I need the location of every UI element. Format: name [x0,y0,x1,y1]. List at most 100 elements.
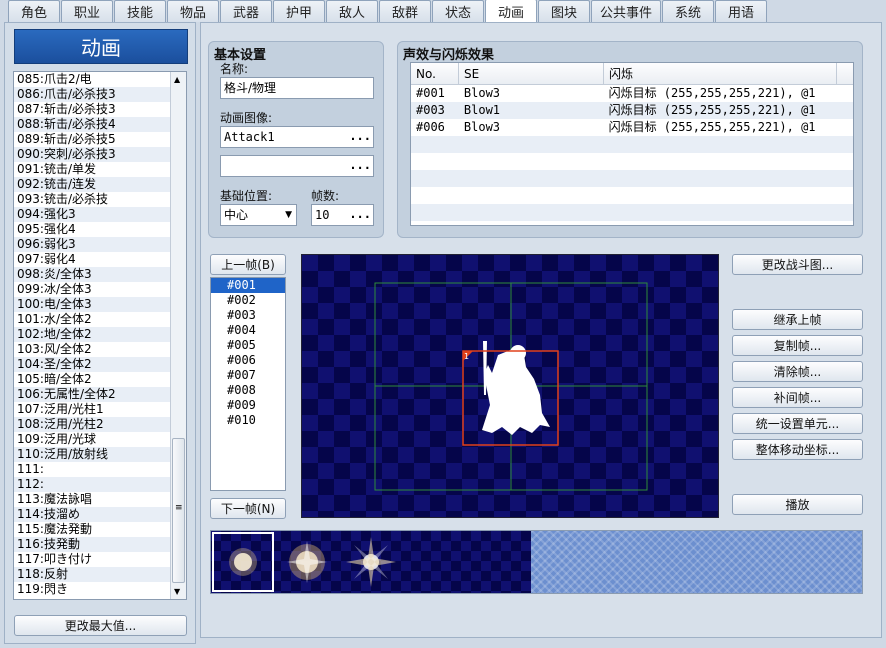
list-item[interactable]: 110:泛用/放射线 [14,447,170,462]
frame-item[interactable]: #007 [211,368,285,383]
tab-6[interactable]: 护甲 [273,0,325,22]
scroll-thumb[interactable]: ≡ [172,438,185,583]
name-input[interactable]: 格斗/物理 [220,77,374,99]
se-flash-title: 声效与闪烁效果 [403,48,495,63]
pattern-1[interactable] [229,548,257,576]
frame-item[interactable]: #004 [211,323,285,338]
batch-cell-button[interactable]: 统一设置单元... [732,413,863,434]
image-field-1[interactable]: Attack1... [220,126,374,148]
tab-4[interactable]: 物品 [167,0,219,22]
list-item[interactable]: 092:铳击/连发 [14,177,170,192]
list-item[interactable]: 090:突刺/必杀技3 [14,147,170,162]
tab-3[interactable]: 技能 [114,0,166,22]
se-table-body: #001 Blow3 闪烁目标 (255,255,255,221), @1 #003 B… [411,85,853,221]
tab-2[interactable]: 职业 [61,0,113,22]
list-item[interactable]: 095:强化4 [14,222,170,237]
table-row[interactable] [411,204,853,221]
list-item[interactable]: 107:泛用/光柱1 [14,402,170,417]
list-item[interactable]: 089:斩击/必杀技5 [14,132,170,147]
animation-list[interactable]: 085:爪击2/电 086:爪击/必杀技3 087:斩击/必杀技3 088:斩击/必杀… [13,71,187,600]
tab-8[interactable]: 敌群 [379,0,431,22]
list-item[interactable]: 117:叩き付け [14,552,170,567]
list-item[interactable]: 098:炎/全体3 [14,267,170,282]
list-item[interactable]: 094:强化3 [14,207,170,222]
list-item[interactable]: 088:斩击/必杀技4 [14,117,170,132]
list-item[interactable]: 112: [14,477,170,492]
table-row[interactable]: #003 Blow1 闪烁目标 (255,255,255,221), @1 [411,102,853,119]
animation-canvas[interactable]: 1 [301,254,719,518]
list-item[interactable]: 115:魔法発動 [14,522,170,537]
scroll-up-arrow-icon[interactable]: ▲ [174,75,180,84]
list-item[interactable]: 119:閃き [14,582,170,597]
list-item[interactable]: 111: [14,462,170,477]
image-field-2[interactable]: ... [220,155,374,177]
table-row[interactable] [411,136,853,153]
tween-button[interactable]: 补间帧... [732,387,863,408]
list-item[interactable]: 103:风/全体2 [14,342,170,357]
browse-image-1-button[interactable]: ... [349,126,371,146]
list-item[interactable]: 101:水/全体2 [14,312,170,327]
list-item[interactable]: 097:弱化4 [14,252,170,267]
list-item[interactable]: 099:冰/全体3 [14,282,170,297]
list-item[interactable]: 109:泛用/光球 [14,432,170,447]
change-battler-button[interactable]: 更改战斗图... [732,254,863,275]
pattern-2[interactable] [287,541,327,583]
list-item[interactable]: 108:泛用/光柱2 [14,417,170,432]
list-item[interactable]: 105:暗/全体2 [14,372,170,387]
list-item[interactable]: 118:反射 [14,567,170,582]
list-item[interactable]: 087:斩击/必杀技3 [14,102,170,117]
tab-12[interactable]: 公共事件 [591,0,661,22]
frame-item[interactable]: #003 [211,308,285,323]
list-item[interactable]: 102:地/全体2 [14,327,170,342]
change-max-button[interactable]: 更改最大值... [14,615,187,636]
tab-1[interactable]: 角色 [8,0,60,22]
frames-input[interactable]: 10... [311,204,374,226]
frame-item[interactable]: #010 [211,413,285,428]
se-flash-table[interactable]: No. SE 闪烁 #001 Blow3 闪烁目标 (255,255,255,221… [410,62,854,226]
frame-item[interactable]: #006 [211,353,285,368]
tab-11[interactable]: 图块 [538,0,590,22]
list-scrollbar[interactable]: ▲ ≡ ▼ [170,72,186,599]
position-select[interactable]: 中心 ▼ [220,204,297,226]
shift-all-button[interactable]: 整体移动坐标... [732,439,863,460]
next-frame-button[interactable]: 下一帧(N) [210,498,286,519]
list-item[interactable]: 086:爪击/必杀技3 [14,87,170,102]
frames-edit-button[interactable]: ... [349,204,371,224]
list-item[interactable]: 114:技溜め [14,507,170,522]
tab-5[interactable]: 武器 [220,0,272,22]
cell-pattern-strip[interactable] [210,530,863,594]
tab-7[interactable]: 敌人 [326,0,378,22]
list-item[interactable]: 116:技発動 [14,537,170,552]
tab-13[interactable]: 系统 [662,0,714,22]
list-item[interactable]: 085:爪击2/电 [14,72,170,87]
tab-10[interactable]: 动画 [485,0,537,22]
list-item[interactable]: 104:圣/全体2 [14,357,170,372]
frame-item[interactable]: #008 [211,383,285,398]
scroll-down-arrow-icon[interactable]: ▼ [174,587,180,596]
frame-item[interactable]: #009 [211,398,285,413]
frame-item[interactable]: #001 [211,278,285,293]
list-item[interactable]: 093:铳击/必杀技 [14,192,170,207]
inherit-prev-button[interactable]: 继承上帧 [732,309,863,330]
clear-frame-button[interactable]: 清除帧... [732,361,863,382]
table-row[interactable] [411,170,853,187]
list-item[interactable]: 091:铳击/单发 [14,162,170,177]
prev-frame-button[interactable]: 上一帧(B) [210,254,286,275]
table-row[interactable] [411,153,853,170]
list-item[interactable]: 096:弱化3 [14,237,170,252]
play-button[interactable]: 播放 [732,494,863,515]
browse-image-2-button[interactable]: ... [349,155,371,175]
tab-14[interactable]: 用语 [715,0,767,22]
tab-9[interactable]: 状态 [432,0,484,22]
list-item[interactable]: 113:魔法詠唱 [14,492,170,507]
table-row[interactable]: #001 Blow3 闪烁目标 (255,255,255,221), @1 [411,85,853,102]
table-row[interactable]: #006 Blow3 闪烁目标 (255,255,255,221), @1 [411,119,853,136]
frame-item[interactable]: #005 [211,338,285,353]
frame-list[interactable]: #001 #002 #003 #004 #005 #006 #007 #008 #009 #010 [210,277,286,491]
list-item[interactable]: 100:电/全体3 [14,297,170,312]
pattern-3[interactable] [346,537,396,587]
copy-frame-button[interactable]: 复制帧... [732,335,863,356]
list-item[interactable]: 106:无属性/全体2 [14,387,170,402]
frame-item[interactable]: #002 [211,293,285,308]
table-row[interactable] [411,187,853,204]
